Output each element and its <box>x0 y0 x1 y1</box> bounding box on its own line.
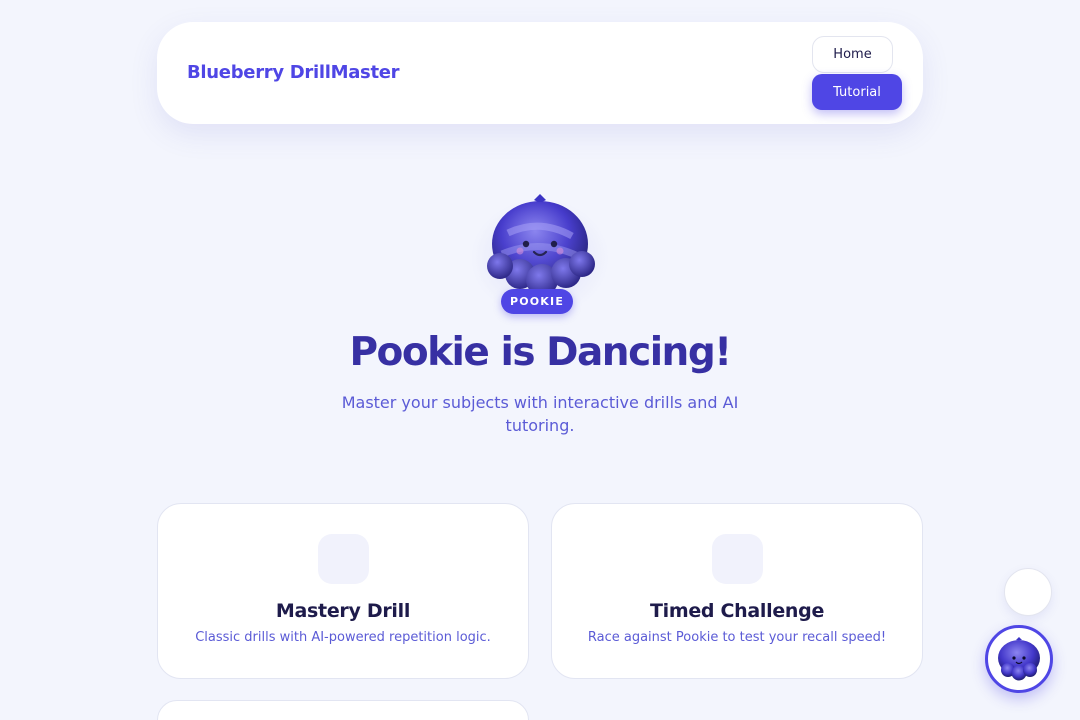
top-header: Blueberry DrillMaster Home Tutorial <box>157 22 923 124</box>
pookie-chat-button[interactable] <box>985 625 1053 693</box>
card-icon-placeholder <box>318 534 369 584</box>
card-title: Timed Challenge <box>649 600 825 622</box>
third-mode-card[interactable] <box>157 700 529 720</box>
card-icon-placeholder <box>712 534 763 584</box>
timed-challenge-card[interactable]: Timed Challenge Race against Pookie to t… <box>551 503 923 679</box>
card-description: Classic drills with AI-powered repetitio… <box>195 630 491 645</box>
floating-action-button[interactable] <box>1004 568 1052 616</box>
hero-subtitle: Master your subjects with interactive dr… <box>341 393 739 435</box>
mascot-name-badge: POOKIE <box>501 289 573 314</box>
hero-title: Pookie is Dancing! <box>349 330 732 375</box>
card-title: Mastery Drill <box>275 600 411 622</box>
blueberry-mascot-icon <box>998 637 1040 681</box>
card-description: Race against Pookie to test your recall … <box>587 630 887 645</box>
brand-title[interactable]: Blueberry DrillMaster <box>187 62 400 83</box>
nav-tutorial-button[interactable]: Tutorial <box>812 74 902 110</box>
nav-home-button[interactable]: Home <box>812 36 893 73</box>
mastery-drill-card[interactable]: Mastery Drill Classic drills with AI-pow… <box>157 503 529 679</box>
